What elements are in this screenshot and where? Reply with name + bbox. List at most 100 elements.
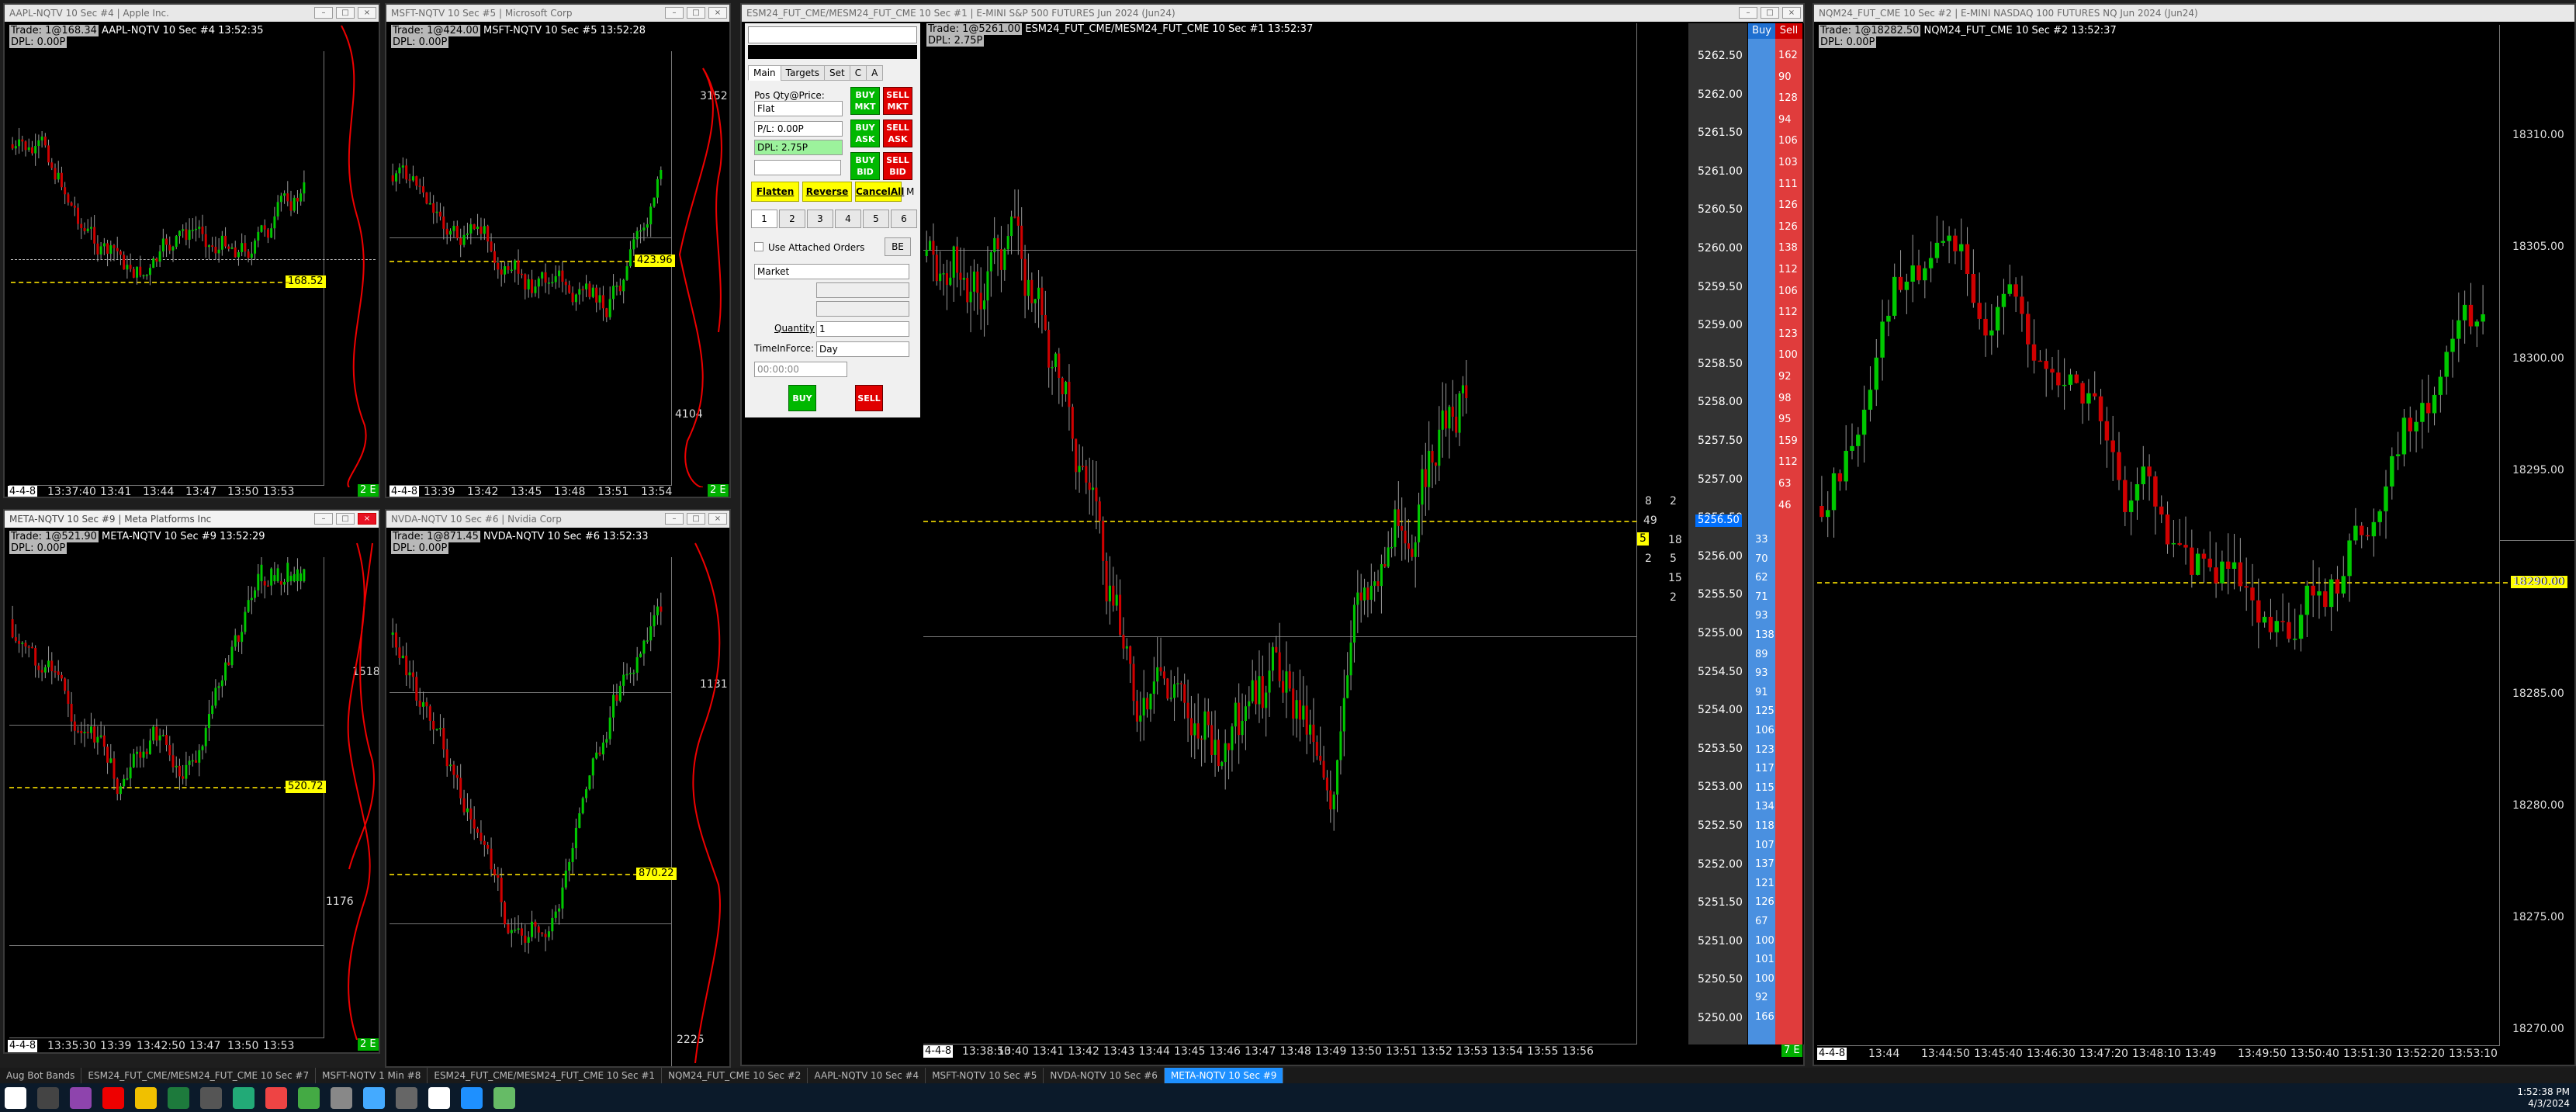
dom-buy-size[interactable]: 123 [1755,744,1774,756]
dom-buy-size[interactable]: 100 [1755,935,1774,947]
close-button[interactable]: × [1782,7,1801,19]
reverse-button[interactable]: Reverse [802,182,852,202]
dom-buy-size[interactable]: 118 [1755,820,1774,832]
trade-window[interactable]: Main Targets Set C A Pos Qty@Price: Flat… [745,23,920,417]
dom-buy-size[interactable]: 71 [1755,591,1768,603]
sell-market-button[interactable]: SELL MKT [883,87,912,115]
attached-orders-checkbox[interactable] [754,242,763,251]
dom-sell-size[interactable]: 90 [1778,71,1792,83]
minimize-button[interactable]: – [665,513,684,525]
price-field-2[interactable] [816,301,909,317]
cancel-all-button[interactable]: CancelAll [855,182,904,202]
qty-tab-4[interactable]: 4 [835,210,861,228]
qty-tab-5[interactable]: 5 [863,210,889,228]
maximize-button[interactable]: □ [1761,7,1779,19]
tab-c[interactable]: C [849,65,867,81]
app-icon[interactable] [331,1087,352,1109]
dom-sell-size[interactable]: 100 [1778,349,1798,361]
dom-sell-size[interactable]: 94 [1778,114,1792,126]
app-icon[interactable] [233,1087,254,1109]
start-icon[interactable] [5,1087,26,1109]
close-button[interactable]: × [358,7,376,19]
qty-tab-2[interactable]: 2 [779,210,805,228]
chrome-icon[interactable] [298,1087,320,1109]
dom-buy-size[interactable]: 126 [1755,896,1774,908]
dom-buy-size[interactable]: 70 [1755,553,1768,565]
m-button[interactable]: M [906,186,914,197]
close-button[interactable]: × [708,513,727,525]
dom-buy-size[interactable]: 67 [1755,916,1768,927]
sell-ask-button[interactable]: SELL ASK [883,120,912,147]
dom-buy-size[interactable]: 89 [1755,649,1768,660]
time-field[interactable]: 00:00:00 [754,362,847,377]
dom-sell-size[interactable]: 123 [1778,328,1798,340]
dom-sell-size[interactable]: 112 [1778,307,1798,318]
dom-sell-size[interactable]: 128 [1778,92,1798,104]
dom-sell-size[interactable]: 106 [1778,286,1798,297]
qty-tab-3[interactable]: 3 [807,210,833,228]
dom-buy-size[interactable]: 121 [1755,878,1774,889]
dom-sell-size[interactable]: 106 [1778,135,1798,147]
maximize-button[interactable]: □ [336,7,355,19]
excel-icon[interactable] [168,1087,189,1109]
dom-sell-size[interactable]: 162 [1778,50,1798,61]
system-clock[interactable]: 1:52:38 PM 4/3/2024 [2517,1086,2570,1110]
dom-zoom-badge[interactable]: 7 E [1781,1044,1802,1057]
nqm-chart-window[interactable]: NQM24_FUT_CME 10 Sec #2 | E-MINI NASDAQ … [1813,3,2576,1066]
chrome-icon[interactable] [265,1087,287,1109]
zoom-badge[interactable]: 2 E [708,484,729,497]
buy-ask-button[interactable]: BUY ASK [850,120,880,147]
visual-studio-icon[interactable] [70,1087,92,1109]
minimize-button[interactable]: – [1739,7,1757,19]
dom-buy-size[interactable]: 93 [1755,610,1768,622]
dom-buy-size[interactable]: 62 [1755,572,1768,584]
chart-tab[interactable]: Aug Bot Bands [0,1068,82,1083]
app-icon[interactable] [363,1087,385,1109]
dom-buy-size[interactable]: 117 [1755,763,1774,774]
dom-sell-size[interactable]: 138 [1778,242,1798,254]
dom-buy-size[interactable]: 137 [1755,858,1774,870]
zoom-badge[interactable]: 2 E [358,1038,379,1051]
dom-buy-size[interactable]: 33 [1755,534,1768,546]
chart-tab[interactable]: NVDA-NQTV 10 Sec #6 [1044,1068,1165,1083]
dom-sell-size[interactable]: 111 [1778,178,1798,190]
file-explorer-icon[interactable] [135,1087,157,1109]
nvda-chart-window[interactable]: NVDA-NQTV 10 Sec #6 | Nvidia Corp – □ × Tr… [385,509,731,1068]
minimize-button[interactable]: – [314,7,333,19]
search-icon[interactable] [37,1087,59,1109]
buy-button[interactable]: BUY [788,385,816,411]
price-field-1[interactable] [816,282,909,298]
minimize-button[interactable]: – [665,7,684,19]
chart-tab[interactable]: AAPL-NQTV 10 Sec #4 [808,1068,926,1083]
close-button[interactable]: × [358,513,376,525]
chart-tab[interactable]: MSFT-NQTV 10 Sec #5 [926,1068,1044,1083]
dom-buy-size[interactable]: 166 [1755,1011,1774,1023]
dom-sell-size[interactable]: 126 [1778,199,1798,211]
dom-buy-header[interactable]: Buy [1748,23,1775,39]
dom-buy-size[interactable]: 106 [1755,725,1774,736]
app-icon[interactable] [396,1087,417,1109]
msft-chart-window[interactable]: MSFT-NQTV 10 Sec #5 | Microsoft Corp – □ ×… [385,3,731,498]
opera-icon[interactable] [102,1087,124,1109]
symbol-dropdown[interactable] [748,26,917,43]
maximize-button[interactable]: □ [336,513,355,525]
dom-buy-size[interactable]: 101 [1755,954,1774,965]
dom-sell-size[interactable]: 46 [1778,500,1792,511]
dom-buy-size[interactable]: 92 [1755,992,1768,1003]
sell-button[interactable]: SELL [855,385,883,411]
sell-bid-button[interactable]: SELL BID [883,152,912,180]
chart-tab[interactable]: META-NQTV 10 Sec #9 [1164,1068,1284,1083]
qty-tab-6[interactable]: 6 [891,210,917,228]
dom-buy-size[interactable]: 134 [1755,801,1774,812]
tif-select[interactable]: Day [816,341,909,357]
app-icon[interactable] [461,1087,483,1109]
tab-targets[interactable]: Targets [780,65,826,81]
dom-sell-size[interactable]: 98 [1778,393,1792,404]
buy-market-button[interactable]: BUY MKT [850,87,880,115]
maximize-button[interactable]: □ [687,7,705,19]
dom-sell-size[interactable]: 126 [1778,221,1798,233]
tab-a[interactable]: A [866,65,884,81]
dom-sell-header[interactable]: Sell [1775,23,1802,39]
chart-tab[interactable]: MSFT-NQTV 1 Min #8 [316,1068,428,1083]
app-icon[interactable] [428,1087,450,1109]
